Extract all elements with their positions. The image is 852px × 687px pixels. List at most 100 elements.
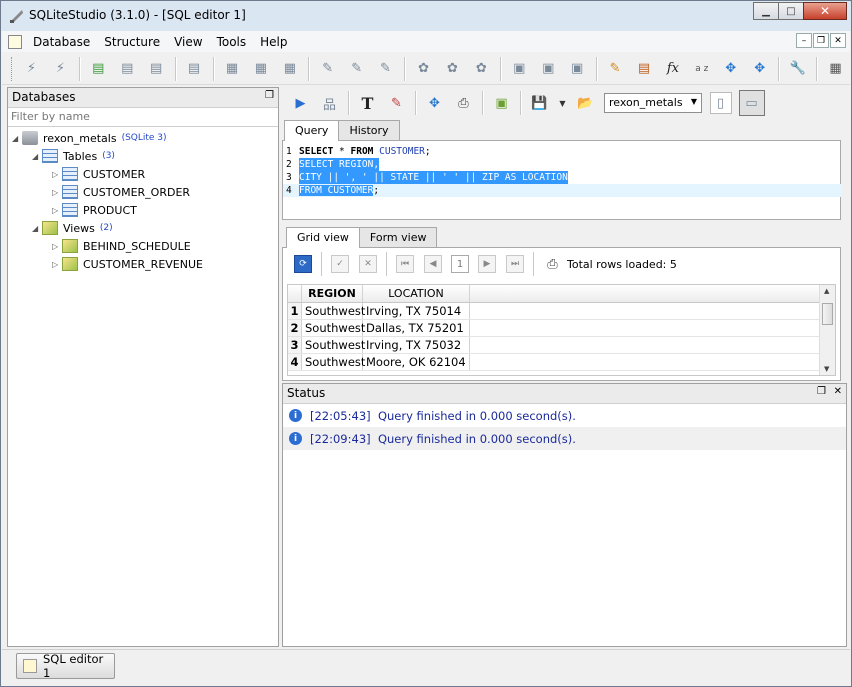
menu-help[interactable]: Help <box>253 35 294 49</box>
vertical-scrollbar[interactable]: ▲ ▼ <box>819 285 835 375</box>
cell-region[interactable]: Southwest <box>302 337 365 353</box>
toolbar-grip[interactable] <box>11 56 14 81</box>
tree-node-view[interactable]: ▷ CUSTOMER_REVENUE <box>52 255 203 273</box>
close-button[interactable]: ✕ <box>803 2 847 20</box>
delete-view-icon[interactable]: ▣ <box>566 58 588 80</box>
edit-table-icon[interactable]: ▦ <box>250 58 272 80</box>
float-panel-icon[interactable]: ❐ <box>817 386 826 397</box>
export-results-icon[interactable]: ✥ <box>424 92 446 114</box>
cell-location[interactable]: Moore, OK 62104 <box>363 354 470 370</box>
tile-windows-icon[interactable]: ▦ <box>825 58 847 80</box>
scroll-down-icon[interactable]: ▼ <box>824 365 829 373</box>
collapse-arrow-icon[interactable]: ▷ <box>52 260 62 269</box>
maximize-button[interactable]: □ <box>778 2 804 20</box>
cell-region[interactable]: Southwest <box>302 303 365 319</box>
table-row[interactable]: 4 Southwest Moore, OK 62104 <box>288 354 835 371</box>
connect-icon[interactable]: ⚡ <box>21 58 43 80</box>
collapse-arrow-icon[interactable]: ▷ <box>52 188 62 197</box>
first-page-icon[interactable]: ⏮ <box>396 255 414 273</box>
remove-database-icon[interactable]: ▤ <box>145 58 167 80</box>
tab-query[interactable]: Query <box>284 120 340 141</box>
layout-vertical-icon[interactable]: ▭ <box>738 90 765 116</box>
ddl-history-icon[interactable]: ▤ <box>633 58 655 80</box>
table-row[interactable]: 3 Southwest Irving, TX 75032 <box>288 337 835 354</box>
disconnect-icon[interactable]: ⚡ <box>49 58 71 80</box>
new-trigger-icon[interactable]: ✿ <box>413 58 435 80</box>
tab-grid-view[interactable]: Grid view <box>286 227 360 248</box>
mdi-close-button[interactable]: ✕ <box>830 33 846 48</box>
open-sql-editor-icon[interactable]: ✎ <box>604 58 626 80</box>
scrollbar-thumb[interactable] <box>822 303 833 325</box>
tree-node-table[interactable]: ▷ PRODUCT <box>52 201 137 219</box>
commit-icon[interactable]: ✓ <box>331 255 349 273</box>
tree-node-view[interactable]: ▷ BEHIND_SCHEDULE <box>52 237 191 255</box>
tree-node-database[interactable]: ◢ rexon_metals (SQLite 3) <box>12 129 167 147</box>
config-icon[interactable]: 🔧 <box>787 58 809 80</box>
cell-location[interactable]: Dallas, TX 75201 <box>363 320 470 336</box>
menu-tools[interactable]: Tools <box>210 35 254 49</box>
new-index-icon[interactable]: ✎ <box>317 58 339 80</box>
table-row[interactable]: 1 Southwest Irving, TX 75014 <box>288 303 835 320</box>
table-row[interactable]: 2 Southwest Dallas, TX 75201 <box>288 320 835 337</box>
sql-editor-task-button[interactable]: SQL editor 1 <box>16 652 115 680</box>
export-icon[interactable]: ✥ <box>749 58 771 80</box>
cell-region[interactable]: Southwest <box>302 320 365 336</box>
edit-view-icon[interactable]: ▣ <box>537 58 559 80</box>
save-sql-icon[interactable]: 💾 <box>529 92 551 114</box>
column-header-location[interactable]: LOCATION <box>363 285 470 302</box>
database-select[interactable]: rexon_metals ▼ <box>604 93 702 113</box>
tab-history[interactable]: History <box>338 120 400 140</box>
column-header-region[interactable]: REGION <box>302 285 363 302</box>
page-number-input[interactable]: 1 <box>451 255 469 273</box>
mdi-minimize-button[interactable]: – <box>796 33 812 48</box>
menu-structure[interactable]: Structure <box>97 35 167 49</box>
previous-page-icon[interactable]: ◀ <box>424 255 442 273</box>
last-page-icon[interactable]: ⏭ <box>506 255 524 273</box>
functions-editor-icon[interactable]: fx <box>662 58 684 80</box>
delete-table-icon[interactable]: ▦ <box>279 58 301 80</box>
collations-icon[interactable]: a z <box>691 58 713 80</box>
tree-node-tables[interactable]: ◢ Tables (3) <box>32 147 115 165</box>
save-dropdown-icon[interactable]: ▼ <box>558 92 568 114</box>
layout-horizontal-icon[interactable]: ▯ <box>709 92 732 114</box>
next-page-icon[interactable]: ▶ <box>478 255 496 273</box>
edit-trigger-icon[interactable]: ✿ <box>441 58 463 80</box>
expand-arrow-icon[interactable]: ◢ <box>32 224 42 233</box>
database-filter-input[interactable]: Filter by name <box>8 108 278 127</box>
print-results-icon[interactable]: ⎙ <box>542 253 564 275</box>
delete-index-icon[interactable]: ✎ <box>375 58 397 80</box>
collapse-arrow-icon[interactable]: ▷ <box>52 242 62 251</box>
expand-arrow-icon[interactable]: ◢ <box>32 152 42 161</box>
cell-location[interactable]: Irving, TX 75032 <box>363 337 470 353</box>
collapse-arrow-icon[interactable]: ▷ <box>52 170 62 179</box>
cell-region[interactable]: Southwest <box>302 354 365 370</box>
tree-node-table[interactable]: ▷ CUSTOMER <box>52 165 145 183</box>
tree-node-table[interactable]: ▷ CUSTOMER_ORDER <box>52 183 190 201</box>
rollback-icon[interactable]: ✕ <box>359 255 377 273</box>
print-icon[interactable]: ⎙ <box>453 92 475 114</box>
add-database-icon[interactable]: ▤ <box>87 58 109 80</box>
clear-editor-icon[interactable]: ✎ <box>386 92 408 114</box>
tab-form-view[interactable]: Form view <box>358 227 438 247</box>
new-table-icon[interactable]: ▦ <box>221 58 243 80</box>
new-view-icon[interactable]: ▣ <box>508 58 530 80</box>
scroll-up-icon[interactable]: ▲ <box>824 287 829 295</box>
close-panel-icon[interactable]: ✕ <box>834 386 842 397</box>
create-view-icon[interactable]: ▣ <box>491 92 513 114</box>
refresh-database-icon[interactable]: ▤ <box>183 58 205 80</box>
edit-index-icon[interactable]: ✎ <box>346 58 368 80</box>
collapse-arrow-icon[interactable]: ▷ <box>52 206 62 215</box>
open-sql-icon[interactable]: 📂 <box>575 92 597 114</box>
edit-database-icon[interactable]: ▤ <box>116 58 138 80</box>
mdi-restore-button[interactable]: ❐ <box>813 33 829 48</box>
minimize-button[interactable]: ▁ <box>753 2 779 20</box>
menu-view[interactable]: View <box>167 35 209 49</box>
import-icon[interactable]: ✥ <box>720 58 742 80</box>
sql-text-area[interactable]: 1 SELECT * FROM CUSTOMER; 2 SELECT REGIO… <box>282 140 842 220</box>
menu-database[interactable]: Database <box>26 35 97 49</box>
expand-arrow-icon[interactable]: ◢ <box>12 134 22 143</box>
delete-trigger-icon[interactable]: ✿ <box>470 58 492 80</box>
execute-query-icon[interactable]: ▶ <box>290 92 312 114</box>
explain-query-icon[interactable]: 品 <box>319 92 341 114</box>
tree-node-views[interactable]: ◢ Views (2) <box>32 219 113 237</box>
